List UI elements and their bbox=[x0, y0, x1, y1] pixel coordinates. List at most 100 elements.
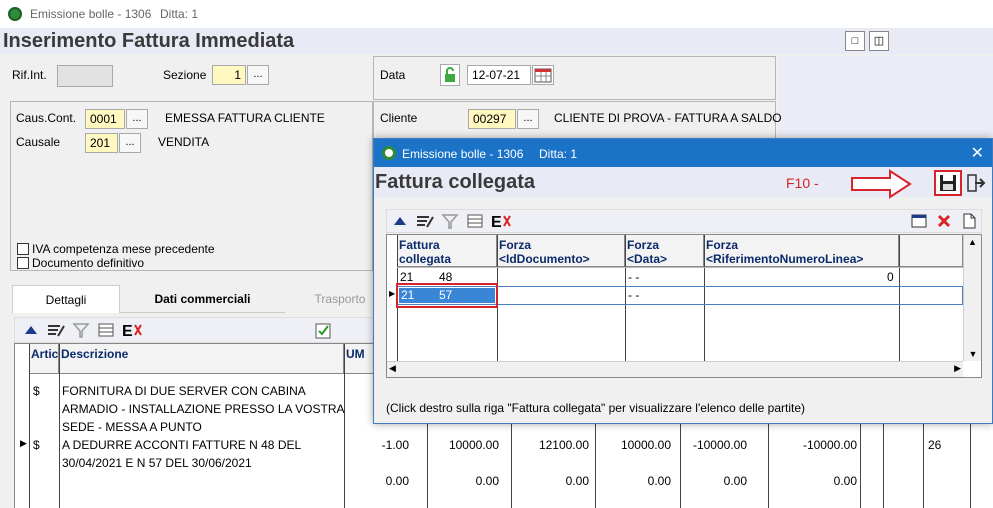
app-logo-icon bbox=[8, 7, 22, 21]
window-titlebar: Emissione bolle - 1306 Ditta: 1 bbox=[0, 0, 993, 28]
grid-line bbox=[59, 344, 60, 508]
book-icon[interactable]: ◫ bbox=[869, 31, 889, 51]
caus-cont-desc: EMESSA FATTURA CLIENTE bbox=[165, 111, 325, 125]
caus-cont-field[interactable]: 0001 bbox=[85, 109, 125, 129]
col-empty bbox=[899, 235, 963, 267]
f10-annotation: F10 - bbox=[786, 175, 819, 191]
dialog-toolbar: E bbox=[386, 209, 982, 233]
col-forza-iddocumento[interactable]: Forza <IdDocumento> bbox=[497, 235, 625, 267]
cliente-field[interactable]: 00297 bbox=[468, 109, 516, 129]
row1-linea: 0 bbox=[887, 270, 894, 284]
dialog-ditta: Ditta: 1 bbox=[539, 147, 578, 161]
dialog-logo-icon bbox=[382, 146, 396, 160]
col-forza-riferimento[interactable]: Forza <RiferimentoNumeroLinea> bbox=[704, 235, 899, 267]
tab-dati-commerciali[interactable]: Dati commerciali bbox=[120, 285, 285, 313]
save-button[interactable] bbox=[934, 170, 962, 196]
grid-toolbar: E bbox=[14, 317, 379, 343]
move-up-icon[interactable] bbox=[21, 320, 41, 343]
row1-desc-line1: FORNITURA DI DUE SERVER CON CABINA bbox=[62, 384, 306, 398]
svg-text:E: E bbox=[491, 214, 502, 231]
row-separator bbox=[397, 267, 963, 268]
row1-artic: $ bbox=[33, 384, 40, 398]
causale-desc: VENDITA bbox=[158, 135, 210, 149]
rif-int-field[interactable] bbox=[57, 65, 113, 87]
fattura-collegata-dialog: Emissione bolle - 1306 Ditta: 1 ✕ Fattur… bbox=[373, 138, 993, 424]
row2-val1: 10000.00 bbox=[448, 438, 499, 452]
columns-icon[interactable] bbox=[465, 211, 485, 234]
cliente-lookup-button[interactable]: ... bbox=[517, 109, 539, 129]
window-ditta: Ditta: 1 bbox=[160, 7, 199, 21]
svg-text:E: E bbox=[122, 323, 133, 340]
row1-numero: 48 bbox=[439, 270, 453, 284]
col-descrizione[interactable]: Descrizione bbox=[59, 344, 344, 374]
filter-icon[interactable] bbox=[71, 320, 91, 343]
export-excel-icon[interactable]: E bbox=[121, 320, 143, 343]
row2-val4: -10000.00 bbox=[692, 438, 747, 452]
col-forza-data[interactable]: Forza <Data> bbox=[625, 235, 704, 267]
row1-desc-line3: SEDE - MESSA A PUNTO bbox=[62, 420, 202, 434]
dialog-heading: Fattura collegata bbox=[375, 171, 536, 193]
row2-val2: 12100.00 bbox=[538, 438, 589, 452]
row3-val4: 0.00 bbox=[723, 474, 747, 488]
row2-val5: -10000.00 bbox=[802, 438, 857, 452]
exit-icon[interactable] bbox=[965, 172, 987, 197]
highlight-annotation bbox=[396, 283, 498, 308]
row2-data: - - bbox=[628, 288, 640, 302]
tab-dettagli[interactable]: Dettagli bbox=[12, 285, 120, 313]
fattura-collegata-grid: Fattura collegata Forza <IdDocumento> Fo… bbox=[386, 234, 982, 378]
iva-checkbox-label: IVA competenza mese precedente bbox=[32, 242, 215, 256]
cliente-desc: CLIENTE DI PROVA - FATTURA A SALDO bbox=[554, 111, 782, 125]
confirm-icon[interactable] bbox=[313, 320, 333, 343]
right-strip bbox=[778, 56, 993, 136]
sezione-lookup-button[interactable]: ... bbox=[247, 65, 269, 85]
dialog-close-icon[interactable]: ✕ bbox=[971, 143, 984, 163]
grid-line bbox=[625, 235, 626, 377]
sezione-field[interactable]: 1 bbox=[212, 65, 246, 85]
row1-data: - - bbox=[628, 270, 640, 284]
caus-cont-lookup-button[interactable]: ... bbox=[126, 109, 148, 129]
iva-checkbox[interactable] bbox=[17, 243, 29, 255]
edit-filter-icon[interactable] bbox=[415, 211, 435, 234]
dialog-footer-hint: (Click destro sulla riga "Fattura colleg… bbox=[386, 401, 805, 415]
caus-cont-label: Caus.Cont. bbox=[16, 111, 77, 125]
lock-icon[interactable] bbox=[440, 64, 460, 86]
current-row-indicator-icon: ▶ bbox=[20, 438, 27, 448]
grid-line bbox=[29, 344, 30, 508]
export-excel-icon[interactable]: E bbox=[490, 211, 512, 234]
row3-val2: 0.00 bbox=[565, 474, 589, 488]
data-panel bbox=[373, 56, 776, 100]
row2-val6: 26 bbox=[928, 438, 942, 452]
grid-line bbox=[704, 235, 705, 377]
edit-filter-icon[interactable] bbox=[46, 320, 66, 343]
horizontal-scrollbar[interactable]: ◀ ▶ bbox=[387, 361, 963, 377]
calendar-icon[interactable] bbox=[532, 65, 554, 85]
row2-qty: -1.00 bbox=[381, 438, 409, 452]
filter-icon[interactable] bbox=[440, 211, 460, 234]
doc-definitivo-checkbox[interactable] bbox=[17, 257, 29, 269]
row3-qty: 0.00 bbox=[385, 474, 409, 488]
page-title: Inserimento Fattura Immediata bbox=[3, 30, 295, 52]
columns-icon[interactable] bbox=[96, 320, 116, 343]
data-field[interactable]: 12-07-21 bbox=[467, 65, 531, 85]
new-window-icon[interactable] bbox=[909, 211, 929, 234]
data-label: Data bbox=[380, 68, 406, 82]
row2-artic: $ bbox=[33, 438, 40, 452]
move-up-icon[interactable] bbox=[390, 211, 410, 234]
row2-desc-line2: 30/04/2021 E N 57 DEL 30/06/2021 bbox=[62, 456, 252, 470]
row3-val1: 0.00 bbox=[475, 474, 499, 488]
delete-icon[interactable] bbox=[934, 211, 954, 234]
causale-lookup-button[interactable]: ... bbox=[119, 133, 141, 153]
print-preview-icon[interactable]: □ bbox=[845, 31, 865, 51]
row3-val5: 0.00 bbox=[833, 474, 857, 488]
col-fattura-collegata[interactable]: Fattura collegata bbox=[397, 235, 497, 267]
dialog-titlebar: Emissione bolle - 1306 Ditta: 1 ✕ bbox=[374, 139, 992, 167]
col-um[interactable]: UM bbox=[344, 344, 374, 374]
col-artic[interactable]: Artic bbox=[29, 344, 59, 374]
row2-desc-line1: A DEDURRE ACCONTI FATTURE N 48 DEL bbox=[62, 438, 302, 452]
sezione-label: Sezione bbox=[163, 68, 207, 82]
vertical-scrollbar[interactable]: ▲ ▼ bbox=[963, 235, 981, 361]
rif-int-label: Rif.Int. bbox=[12, 68, 47, 82]
new-document-icon[interactable] bbox=[959, 211, 979, 234]
arrow-annotation-icon bbox=[850, 169, 914, 202]
causale-field[interactable]: 201 bbox=[85, 133, 118, 153]
